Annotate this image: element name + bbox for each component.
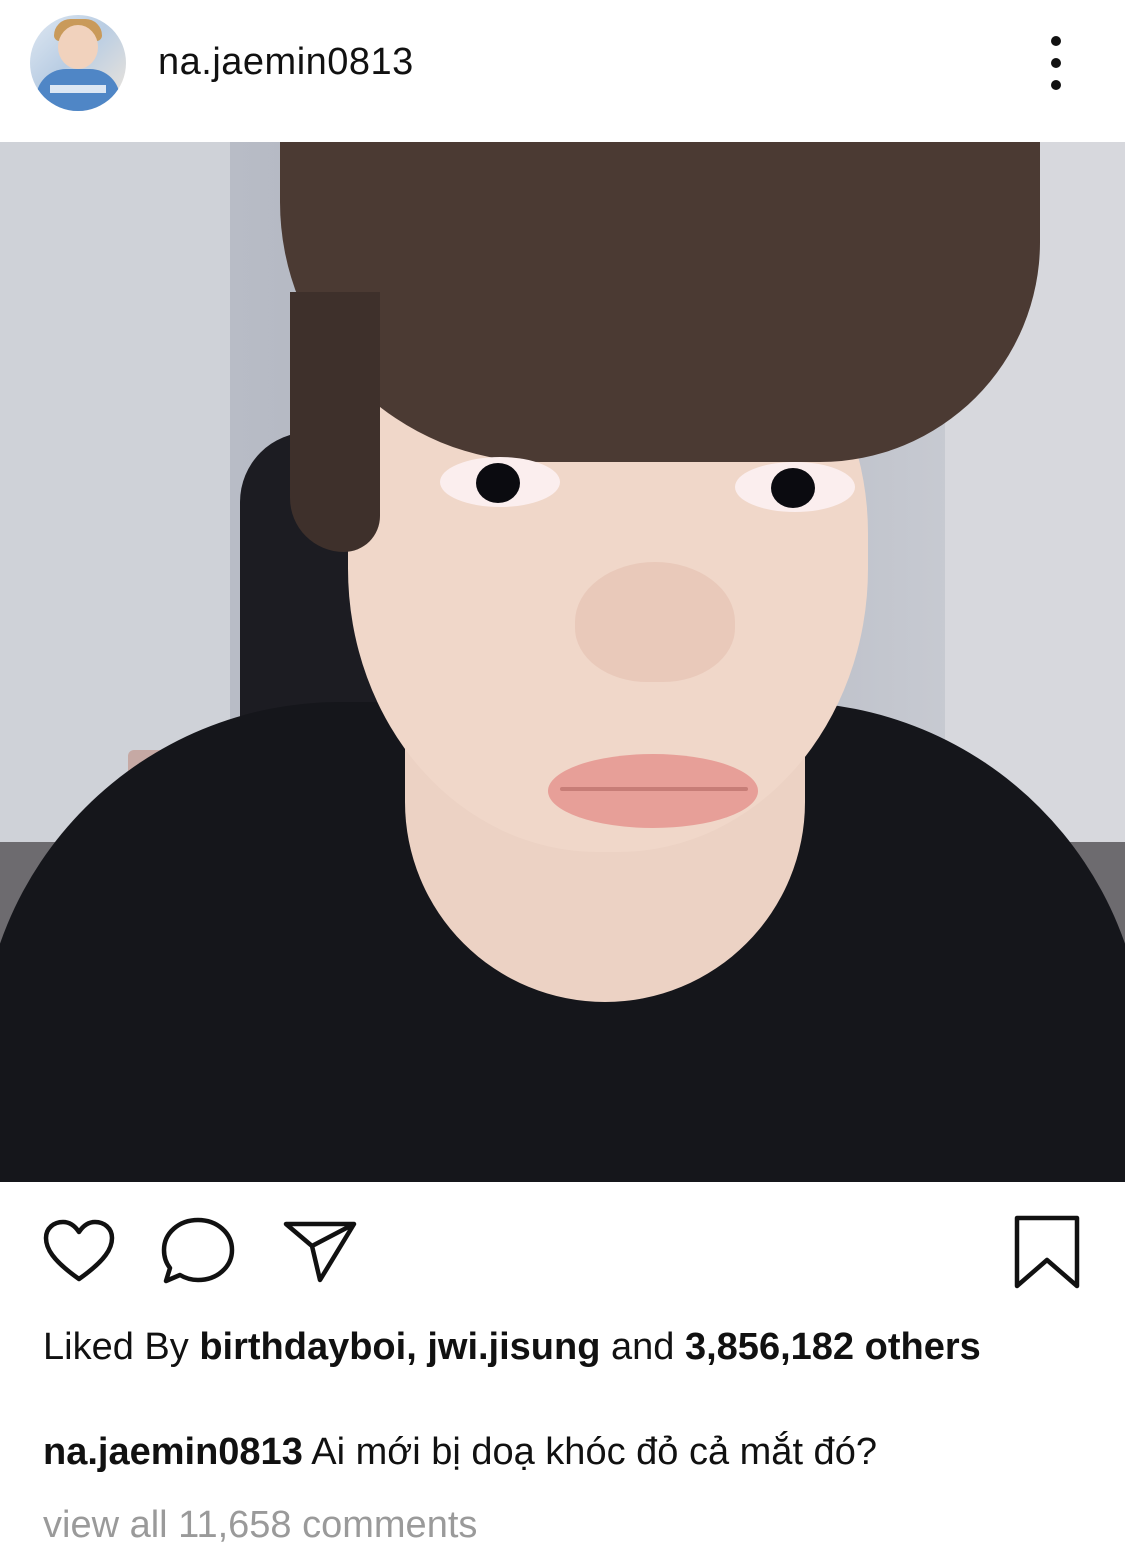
send-icon[interactable] <box>282 1218 358 1284</box>
view-all-comments-link[interactable]: view all 11,658 comments <box>43 1500 477 1550</box>
photo-subject-hair-side <box>290 292 380 552</box>
pupil <box>771 468 815 508</box>
avatar-shirt-stripe <box>50 85 106 93</box>
avatar-face <box>58 25 98 69</box>
photo-subject-nose <box>575 562 735 682</box>
post-header: na.jaemin0813 <box>0 0 1125 128</box>
caption-username[interactable]: na.jaemin0813 <box>43 1431 303 1473</box>
post-photo[interactable] <box>0 142 1125 1182</box>
more-dot <box>1051 58 1061 68</box>
photo-subject-eye-left <box>440 457 560 507</box>
likes-prefix: Liked By <box>43 1326 189 1368</box>
photo-subject-hair <box>280 142 1040 462</box>
photo-subject-lip-line <box>560 787 748 791</box>
more-dot <box>1051 80 1061 90</box>
pupil <box>476 463 520 503</box>
likes-connector: and <box>611 1326 675 1368</box>
post-username[interactable]: na.jaemin0813 <box>158 41 414 84</box>
comment-icon[interactable] <box>160 1214 238 1288</box>
bookmark-icon[interactable] <box>1012 1214 1082 1290</box>
photo-subject-eye-right <box>735 462 855 512</box>
post-caption: na.jaemin0813 Ai mới bị doạ khóc đỏ cả m… <box>43 1427 1103 1477</box>
likes-summary: Liked By birthdayboi, jwi.jisung and 3,8… <box>43 1322 1083 1372</box>
more-dot <box>1051 36 1061 46</box>
likes-count[interactable]: 3,856,182 <box>685 1326 854 1368</box>
more-vertical-icon[interactable] <box>1036 36 1076 90</box>
post-actions <box>0 1200 1125 1300</box>
avatar[interactable] <box>30 15 126 111</box>
caption-text: Ai mới bị doạ khóc đỏ cả mắt đó? <box>311 1431 877 1473</box>
photo-subject-lips <box>548 754 758 828</box>
liker-username[interactable]: jwi.jisung <box>427 1326 600 1368</box>
heart-icon[interactable] <box>42 1218 116 1284</box>
liker-username[interactable]: birthdayboi, <box>199 1326 416 1368</box>
likes-suffix[interactable]: others <box>865 1326 981 1368</box>
